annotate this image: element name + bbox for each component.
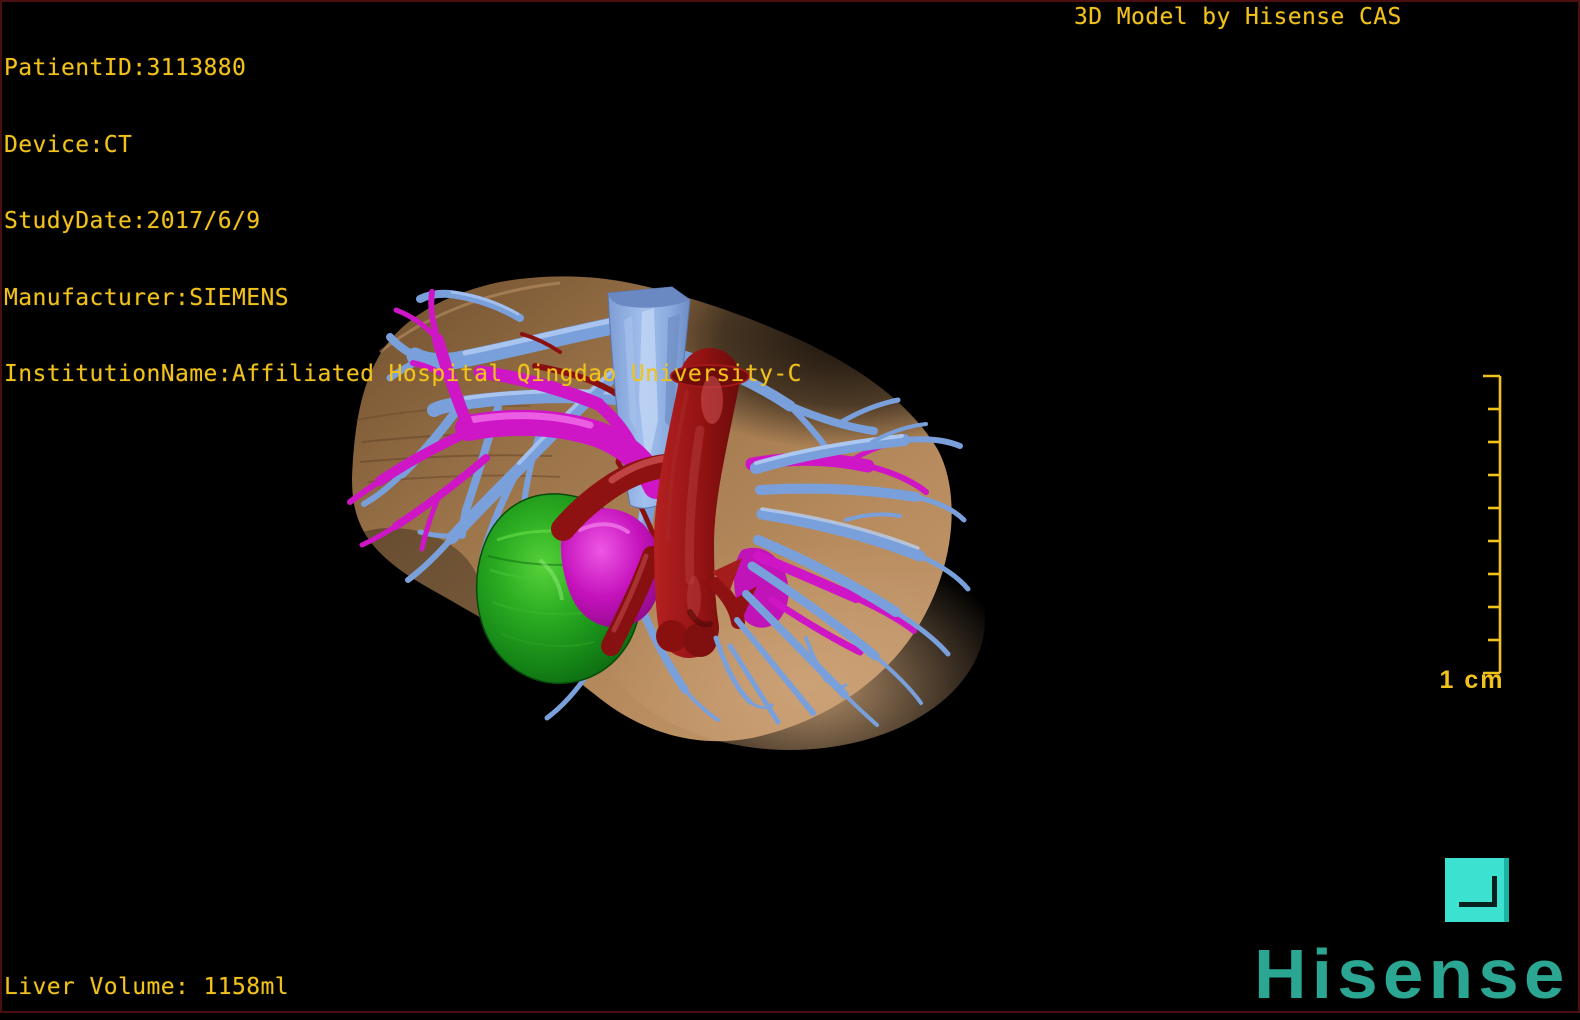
- patient-info-overlay: PatientID:3113880 Device:CT StudyDate:20…: [4, 5, 802, 413]
- device-line: Device:CT: [4, 131, 133, 158]
- study-date-line: StudyDate:2017/6/9: [4, 208, 261, 234]
- scale-ruler-marks: [1483, 374, 1502, 675]
- hisense-logo: Hisense: [1254, 935, 1570, 1013]
- liver-volume-readout: Liver Volume: 1158ml: [4, 974, 289, 1000]
- corner-orientation-icon[interactable]: [1445, 858, 1509, 922]
- scale-ruler: [1483, 374, 1502, 675]
- institution-name-line: InstitutionName:Affiliated Hospital Qing…: [4, 361, 802, 387]
- patient-id-line: PatientID:3113880: [4, 55, 247, 81]
- corner-bracket-icon: [1459, 876, 1497, 907]
- manufacturer-line: Manufacturer:SIEMENS: [4, 284, 289, 311]
- scale-label: 1 cm: [1439, 666, 1505, 694]
- model-title: 3D Model by Hisense CAS: [1074, 4, 1402, 30]
